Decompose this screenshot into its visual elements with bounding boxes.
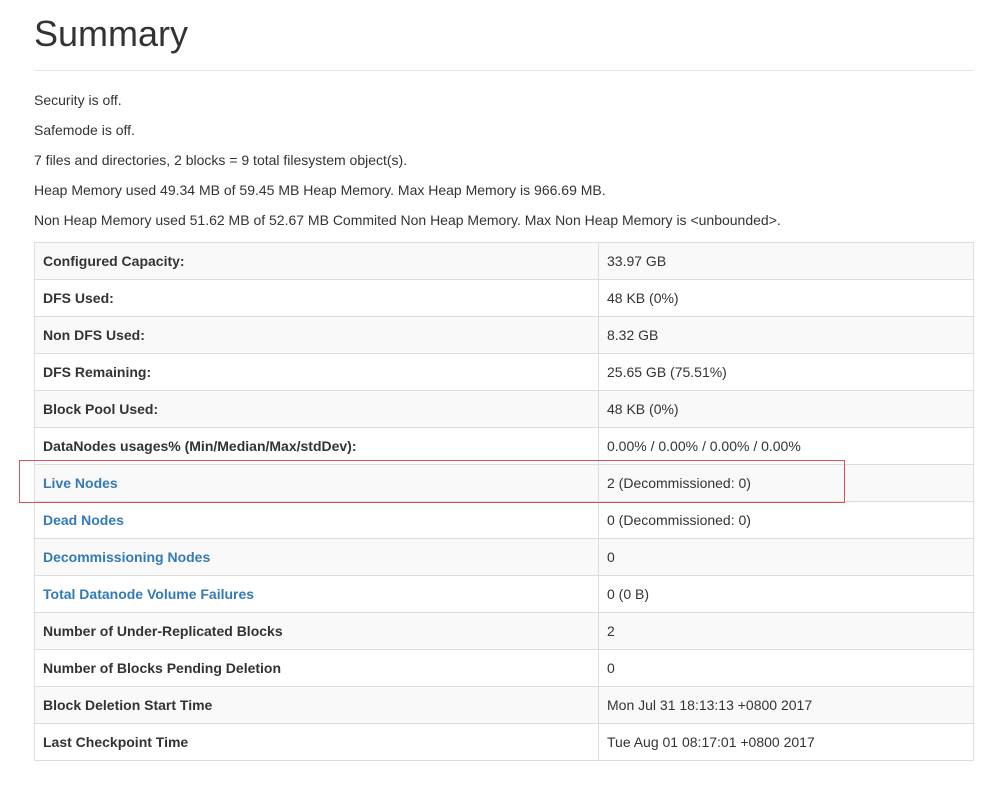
table-row: Block Deletion Start Time Mon Jul 31 18:…: [34, 686, 974, 724]
row-label: Non DFS Used:: [34, 316, 599, 354]
row-value: 33.97 GB: [598, 242, 974, 280]
table-row: Configured Capacity: 33.97 GB: [34, 242, 974, 280]
summary-table: Configured Capacity: 33.97 GB DFS Used: …: [34, 242, 974, 761]
decommissioning-nodes-value: 0: [598, 538, 974, 576]
live-nodes-value: 2 (Decommissioned: 0): [598, 464, 974, 502]
table-row: DFS Remaining: 25.65 GB (75.51%): [34, 353, 974, 391]
row-label: Number of Blocks Pending Deletion: [34, 649, 599, 687]
row-label: DFS Remaining:: [34, 353, 599, 391]
live-nodes-cell: Live Nodes: [34, 464, 599, 502]
table-row: DataNodes usages% (Min/Median/Max/stdDev…: [34, 427, 974, 465]
row-value: 0.00% / 0.00% / 0.00% / 0.00%: [598, 427, 974, 465]
table-row: DFS Used: 48 KB (0%): [34, 279, 974, 317]
row-value: 48 KB (0%): [598, 390, 974, 428]
summary-section: Summary Security is off. Safemode is off…: [34, 0, 974, 761]
row-value: 0: [598, 649, 974, 687]
table-row: Last Checkpoint Time Tue Aug 01 08:17:01…: [34, 723, 974, 761]
non-heap-memory-info: Non Heap Memory used 51.62 MB of 52.67 M…: [34, 212, 781, 228]
row-label: DFS Used:: [34, 279, 599, 317]
decommissioning-nodes-cell: Decommissioning Nodes: [34, 538, 599, 576]
volume-failures-value: 0 (0 B): [598, 575, 974, 613]
dead-nodes-value: 0 (Decommissioned: 0): [598, 501, 974, 539]
decommissioning-nodes-link[interactable]: Decommissioning Nodes: [43, 549, 210, 565]
row-label: Last Checkpoint Time: [34, 723, 599, 761]
table-row: Non DFS Used: 8.32 GB: [34, 316, 974, 354]
table-row: Dead Nodes 0 (Decommissioned: 0): [34, 501, 974, 539]
row-label: Configured Capacity:: [34, 242, 599, 280]
dead-nodes-cell: Dead Nodes: [34, 501, 599, 539]
safemode-status: Safemode is off.: [34, 122, 135, 138]
live-nodes-link[interactable]: Live Nodes: [43, 475, 118, 491]
volume-failures-link[interactable]: Total Datanode Volume Failures: [43, 586, 254, 602]
volume-failures-cell: Total Datanode Volume Failures: [34, 575, 599, 613]
info-list: Security is off. Safemode is off. 7 file…: [34, 90, 974, 230]
table-row: Decommissioning Nodes 0: [34, 538, 974, 576]
row-label: DataNodes usages% (Min/Median/Max/stdDev…: [34, 427, 599, 465]
table-row: Number of Blocks Pending Deletion 0: [34, 649, 974, 687]
page-title: Summary: [34, 13, 189, 54]
row-value: 2: [598, 612, 974, 650]
row-label: Number of Under-Replicated Blocks: [34, 612, 599, 650]
row-value: 48 KB (0%): [598, 279, 974, 317]
row-label: Block Pool Used:: [34, 390, 599, 428]
dead-nodes-link[interactable]: Dead Nodes: [43, 512, 124, 528]
security-status: Security is off.: [34, 92, 122, 108]
heap-memory-info: Heap Memory used 49.34 MB of 59.45 MB He…: [34, 182, 606, 198]
filesystem-objects-info: 7 files and directories, 2 blocks = 9 to…: [34, 152, 408, 168]
table-row: Number of Under-Replicated Blocks 2: [34, 612, 974, 650]
table-row: Live Nodes 2 (Decommissioned: 0): [34, 464, 974, 502]
row-value: 8.32 GB: [598, 316, 974, 354]
row-label: Block Deletion Start Time: [34, 686, 599, 724]
row-value: Tue Aug 01 08:17:01 +0800 2017: [598, 723, 974, 761]
table-row: Block Pool Used: 48 KB (0%): [34, 390, 974, 428]
row-value: Mon Jul 31 18:13:13 +0800 2017: [598, 686, 974, 724]
table-row: Total Datanode Volume Failures 0 (0 B): [34, 575, 974, 613]
row-value: 25.65 GB (75.51%): [598, 353, 974, 391]
title-divider: [34, 70, 974, 71]
